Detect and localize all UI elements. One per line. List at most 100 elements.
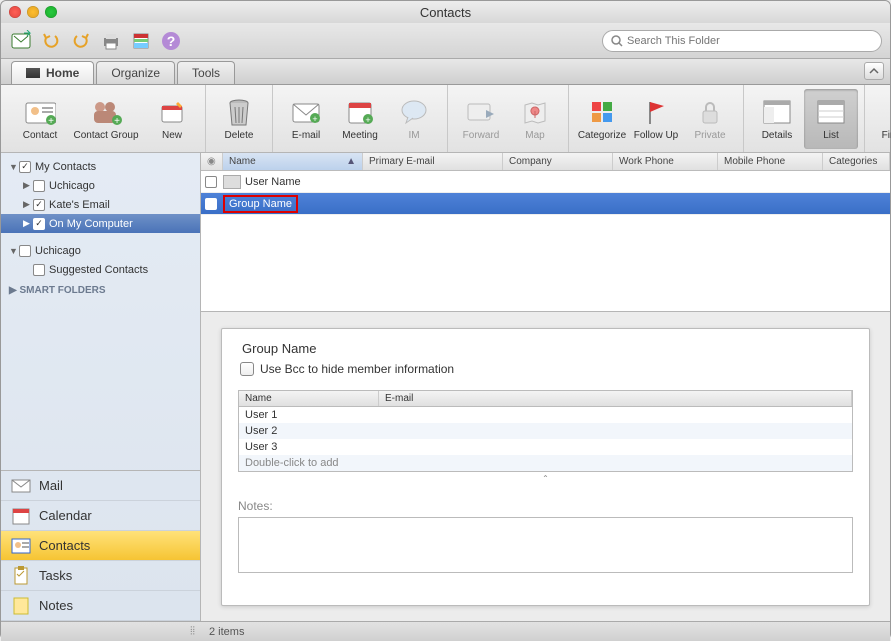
list-empty-space: [201, 215, 890, 311]
col-company[interactable]: Company: [503, 153, 613, 170]
new-button[interactable]: New: [145, 89, 199, 149]
members-col-email[interactable]: E-mail: [379, 391, 852, 406]
members-col-name[interactable]: Name: [239, 391, 379, 406]
nav-uchicago-sub[interactable]: ▶ Uchicago: [1, 176, 200, 195]
notes-textarea[interactable]: [238, 517, 853, 573]
nav-kates-email[interactable]: ▶ ✓ Kate's Email: [1, 195, 200, 214]
delete-button[interactable]: Delete: [212, 89, 266, 149]
email-icon: +: [290, 96, 322, 128]
tab-organize[interactable]: Organize: [96, 61, 175, 84]
detail-pane: Group Name Use Bcc to hide member inform…: [201, 311, 890, 621]
svg-text:+: +: [312, 114, 317, 124]
svg-text:+: +: [48, 116, 54, 127]
collapse-ribbon-button[interactable]: [864, 62, 884, 80]
nav-on-my-computer[interactable]: ▶ ✓ On My Computer: [1, 214, 200, 233]
checkbox[interactable]: [33, 264, 45, 276]
contacts-tab-icon: [26, 68, 40, 78]
checkbox[interactable]: ✓: [19, 161, 31, 173]
switch-tasks[interactable]: Tasks: [1, 561, 200, 591]
contact-list: User Name Group Name: [201, 171, 890, 215]
categorize-icon: [586, 96, 618, 128]
nav-suggested-contacts[interactable]: Suggested Contacts: [1, 260, 200, 279]
checkbox[interactable]: ✓: [33, 199, 45, 211]
switch-notes[interactable]: Notes: [1, 591, 200, 621]
forward-icon: [465, 96, 497, 128]
find-contact-button[interactable]: Find Contact: [871, 89, 891, 149]
checkbox[interactable]: [33, 180, 45, 192]
bcc-checkbox[interactable]: [240, 362, 254, 376]
tasks-icon: [11, 567, 31, 585]
contact-name: User Name: [245, 176, 301, 188]
details-icon: [761, 96, 793, 128]
switch-mail[interactable]: Mail: [1, 471, 200, 501]
bcc-option[interactable]: Use Bcc to hide member information: [238, 362, 853, 376]
contact-group-icon: +: [90, 96, 122, 128]
row-checkbox[interactable]: [205, 176, 217, 188]
col-categories[interactable]: Categories: [823, 153, 890, 170]
tab-home[interactable]: Home: [11, 61, 94, 84]
search-box[interactable]: [602, 30, 882, 52]
person-icon: [223, 175, 241, 189]
follow-up-button[interactable]: Follow Up: [629, 89, 683, 149]
new-contact-group-button[interactable]: + Contact Group: [67, 89, 145, 149]
forward-button[interactable]: Forward: [454, 89, 508, 149]
col-name[interactable]: Name▲: [223, 153, 363, 170]
highlighted-group-name: Group Name: [223, 195, 298, 213]
resize-grip[interactable]: ⌃: [238, 472, 853, 485]
details-view-button[interactable]: Details: [750, 89, 804, 149]
categorize-button[interactable]: Categorize: [575, 89, 629, 149]
map-button[interactable]: Map: [508, 89, 562, 149]
flag-icon: [640, 96, 672, 128]
member-row[interactable]: User 2: [239, 423, 852, 439]
title-bar: Contacts: [1, 1, 890, 23]
disclosure-triangle-icon: ▶: [23, 218, 33, 229]
content-area: ◉ Name▲ Primary E-mail Company Work Phon…: [201, 153, 890, 621]
col-primary-email[interactable]: Primary E-mail: [363, 153, 503, 170]
contact-name: Group Name: [229, 198, 292, 210]
redo-button[interactable]: [69, 29, 93, 53]
map-icon: [519, 96, 551, 128]
svg-text:?: ?: [167, 33, 176, 49]
trash-icon: [223, 96, 255, 128]
member-row[interactable]: User 3: [239, 439, 852, 455]
list-icon: [815, 96, 847, 128]
help-button[interactable]: ?: [159, 29, 183, 53]
switch-contacts[interactable]: Contacts: [1, 531, 200, 561]
folder-nav: ▼ ✓ My Contacts ▶ Uchicago ▶ ✓ Kate's Em…: [1, 153, 200, 470]
sort-asc-icon: ▲: [346, 156, 356, 167]
member-row[interactable]: User 1: [239, 407, 852, 423]
search-input[interactable]: [627, 35, 873, 47]
meeting-button[interactable]: + Meeting: [333, 89, 387, 149]
table-row[interactable]: User Name: [201, 171, 890, 193]
lock-icon: [694, 96, 726, 128]
col-work-phone[interactable]: Work Phone: [613, 153, 718, 170]
nav-my-contacts[interactable]: ▼ ✓ My Contacts: [1, 157, 200, 176]
nav-smart-folders[interactable]: ▶ SMART FOLDERS: [1, 279, 200, 298]
private-button[interactable]: Private: [683, 89, 737, 149]
list-view-button[interactable]: List: [804, 89, 858, 149]
new-icon: [156, 96, 188, 128]
nav-uchicago[interactable]: ▼ Uchicago: [1, 241, 200, 260]
tab-tools[interactable]: Tools: [177, 61, 235, 84]
row-checkbox[interactable]: [205, 198, 217, 210]
send-receive-button[interactable]: [9, 29, 33, 53]
my-day-button[interactable]: [129, 29, 153, 53]
col-checkbox[interactable]: ◉: [201, 153, 223, 170]
email-button[interactable]: + E-mail: [279, 89, 333, 149]
col-mobile-phone[interactable]: Mobile Phone: [718, 153, 823, 170]
undo-button[interactable]: [39, 29, 63, 53]
im-button[interactable]: IM: [387, 89, 441, 149]
new-contact-button[interactable]: + Contact: [13, 89, 67, 149]
contacts-small-icon: [11, 537, 31, 555]
attachment-icon: ◉: [207, 156, 216, 167]
switch-calendar[interactable]: Calendar: [1, 501, 200, 531]
disclosure-triangle-icon: ▶: [23, 180, 33, 191]
checkbox[interactable]: ✓: [33, 218, 45, 230]
checkbox[interactable]: [19, 245, 31, 257]
quick-toolbar: ?: [1, 23, 890, 59]
column-headers: ◉ Name▲ Primary E-mail Company Work Phon…: [201, 153, 890, 171]
add-member-placeholder[interactable]: Double-click to add: [239, 455, 852, 471]
table-row[interactable]: Group Name: [201, 193, 890, 215]
sidebar-resize-grip[interactable]: ⦙⦙: [1, 625, 201, 638]
print-button[interactable]: [99, 29, 123, 53]
